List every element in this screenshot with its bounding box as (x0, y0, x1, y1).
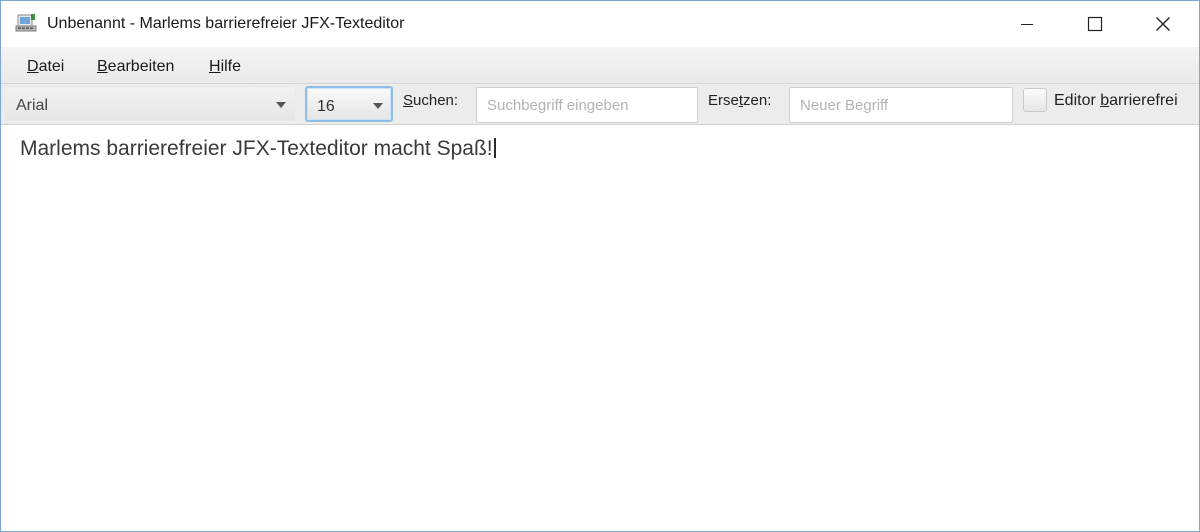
app-icon (15, 13, 37, 33)
replace-label-post: zen: (743, 92, 772, 109)
maximize-icon (1087, 16, 1103, 32)
chevron-down-icon (276, 102, 286, 108)
menu-datei[interactable]: Datei (27, 58, 64, 76)
checkbox-label-pre: Editor (1054, 92, 1101, 109)
text-editor-area[interactable]: Marlems barrierefreier JFX-Texteditor ma… (1, 125, 1199, 531)
accessible-editor-label[interactable]: Editor barrierefrei (1054, 92, 1178, 110)
menu-bearbeiten[interactable]: Bearbeiten (97, 58, 174, 76)
close-icon (1155, 16, 1171, 32)
menu-bar: Datei Bearbeiten Hilfe (1, 47, 1199, 83)
title-bar[interactable]: Unbenannt - Marlems barrierefreier JFX-T… (1, 1, 1199, 47)
menu-mnemonic: B (97, 58, 108, 75)
font-family-combo[interactable]: Arial (5, 86, 295, 122)
minimize-button[interactable] (993, 1, 1061, 47)
font-family-value: Arial (16, 97, 49, 114)
menu-label: ilfe (220, 58, 242, 75)
menu-mnemonic: D (27, 58, 39, 75)
checkbox-label-post: arrierefrei (1109, 92, 1178, 109)
search-label: Suchen: (403, 92, 458, 109)
window-title: Unbenannt - Marlems barrierefreier JFX-T… (47, 15, 405, 32)
menu-mnemonic: H (209, 58, 221, 75)
app-window: Unbenannt - Marlems barrierefreier JFX-T… (0, 0, 1200, 532)
menu-label: earbeiten (107, 58, 175, 75)
checkbox-label-mnemonic: b (1100, 92, 1110, 109)
chevron-down-icon (373, 103, 383, 109)
close-button[interactable] (1129, 1, 1197, 47)
editor-content-line: Marlems barrierefreier JFX-Texteditor ma… (20, 137, 496, 161)
maximize-button[interactable] (1061, 1, 1129, 47)
font-size-value: 16 (317, 98, 335, 115)
search-input[interactable] (476, 87, 698, 123)
toolbar: Arial 16 Suchen: Ersetzen: Editor barrie… (1, 83, 1199, 125)
replace-label: Ersetzen: (708, 92, 771, 109)
menu-hilfe[interactable]: Hilfe (209, 58, 241, 76)
replace-input[interactable] (789, 87, 1013, 123)
replace-label-pre: Erse (708, 92, 739, 109)
minimize-icon (1020, 17, 1034, 31)
search-label-text: uchen: (413, 92, 459, 109)
editor-content: Marlems barrierefreier JFX-Texteditor ma… (20, 137, 493, 160)
accessible-editor-checkbox[interactable] (1023, 88, 1047, 112)
font-size-combo[interactable]: 16 (305, 86, 393, 122)
text-caret (493, 138, 496, 158)
search-label-mnemonic: S (403, 92, 414, 109)
menu-label: atei (38, 58, 65, 75)
